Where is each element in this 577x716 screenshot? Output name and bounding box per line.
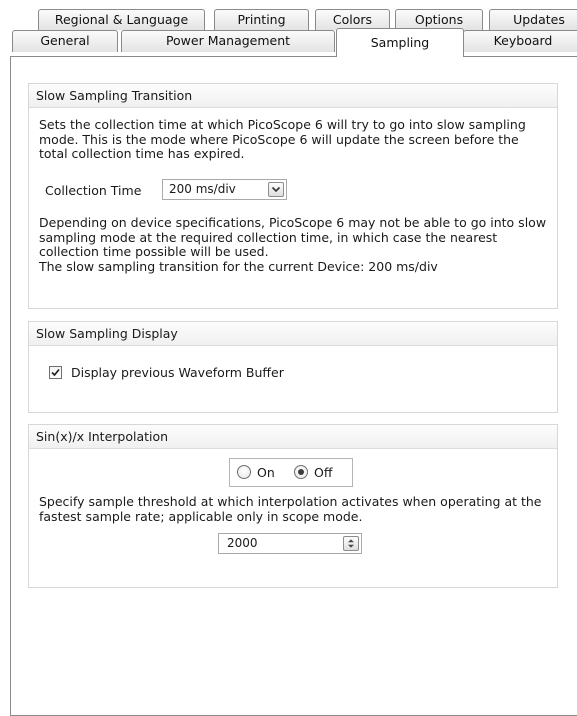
threshold-value: 2000 <box>227 536 258 550</box>
interpolation-off-label[interactable]: Off <box>314 465 332 480</box>
collection-time-select[interactable]: 200 ms/div <box>162 179 287 200</box>
checkmark-icon <box>51 368 60 377</box>
slow-sampling-display-group: Slow Sampling Display Display previous W… <box>28 321 558 413</box>
interpolation-radio-group: On Off <box>229 458 353 487</box>
group-title: Slow Sampling Transition <box>29 84 557 108</box>
tab-updates[interactable]: Updates <box>489 9 577 30</box>
display-previous-buffer-checkbox[interactable] <box>49 366 62 379</box>
interpolation-off-radio[interactable] <box>294 465 308 479</box>
spinner-arrows-icon[interactable] <box>343 536 359 551</box>
tab-printing[interactable]: Printing <box>214 9 309 30</box>
interpolation-group: Sin(x)/x Interpolation On Off Specify sa… <box>28 424 558 588</box>
tab-regional-language[interactable]: Regional & Language <box>38 9 205 30</box>
tab-colors[interactable]: Colors <box>315 9 390 30</box>
collection-time-value: 200 ms/div <box>169 182 236 196</box>
collection-time-label: Collection Time <box>45 183 142 198</box>
tab-general[interactable]: General <box>12 30 118 52</box>
chevron-down-icon[interactable] <box>268 182 284 197</box>
display-previous-buffer-label[interactable]: Display previous Waveform Buffer <box>71 365 284 380</box>
tab-power-management[interactable]: Power Management <box>121 30 335 52</box>
interpolation-on-label[interactable]: On <box>257 465 275 480</box>
tab-keyboard[interactable]: Keyboard <box>463 30 577 52</box>
tab-options[interactable]: Options <box>395 9 483 30</box>
interpolation-description: Specify sample threshold at which interp… <box>39 494 542 524</box>
slow-transition-note: Depending on device specifications, Pico… <box>39 215 549 274</box>
group-title: Slow Sampling Display <box>29 322 557 346</box>
threshold-spinner[interactable]: 2000 <box>218 533 362 554</box>
tab-sampling[interactable]: Sampling <box>336 28 464 57</box>
interpolation-on-radio[interactable] <box>237 465 251 479</box>
group-title: Sin(x)/x Interpolation <box>29 425 557 449</box>
slow-sampling-transition-group: Slow Sampling Transition Sets the collec… <box>28 83 558 309</box>
slow-transition-description: Sets the collection time at which PicoSc… <box>39 117 526 161</box>
current-device-transition: The slow sampling transition for the cur… <box>39 258 438 274</box>
